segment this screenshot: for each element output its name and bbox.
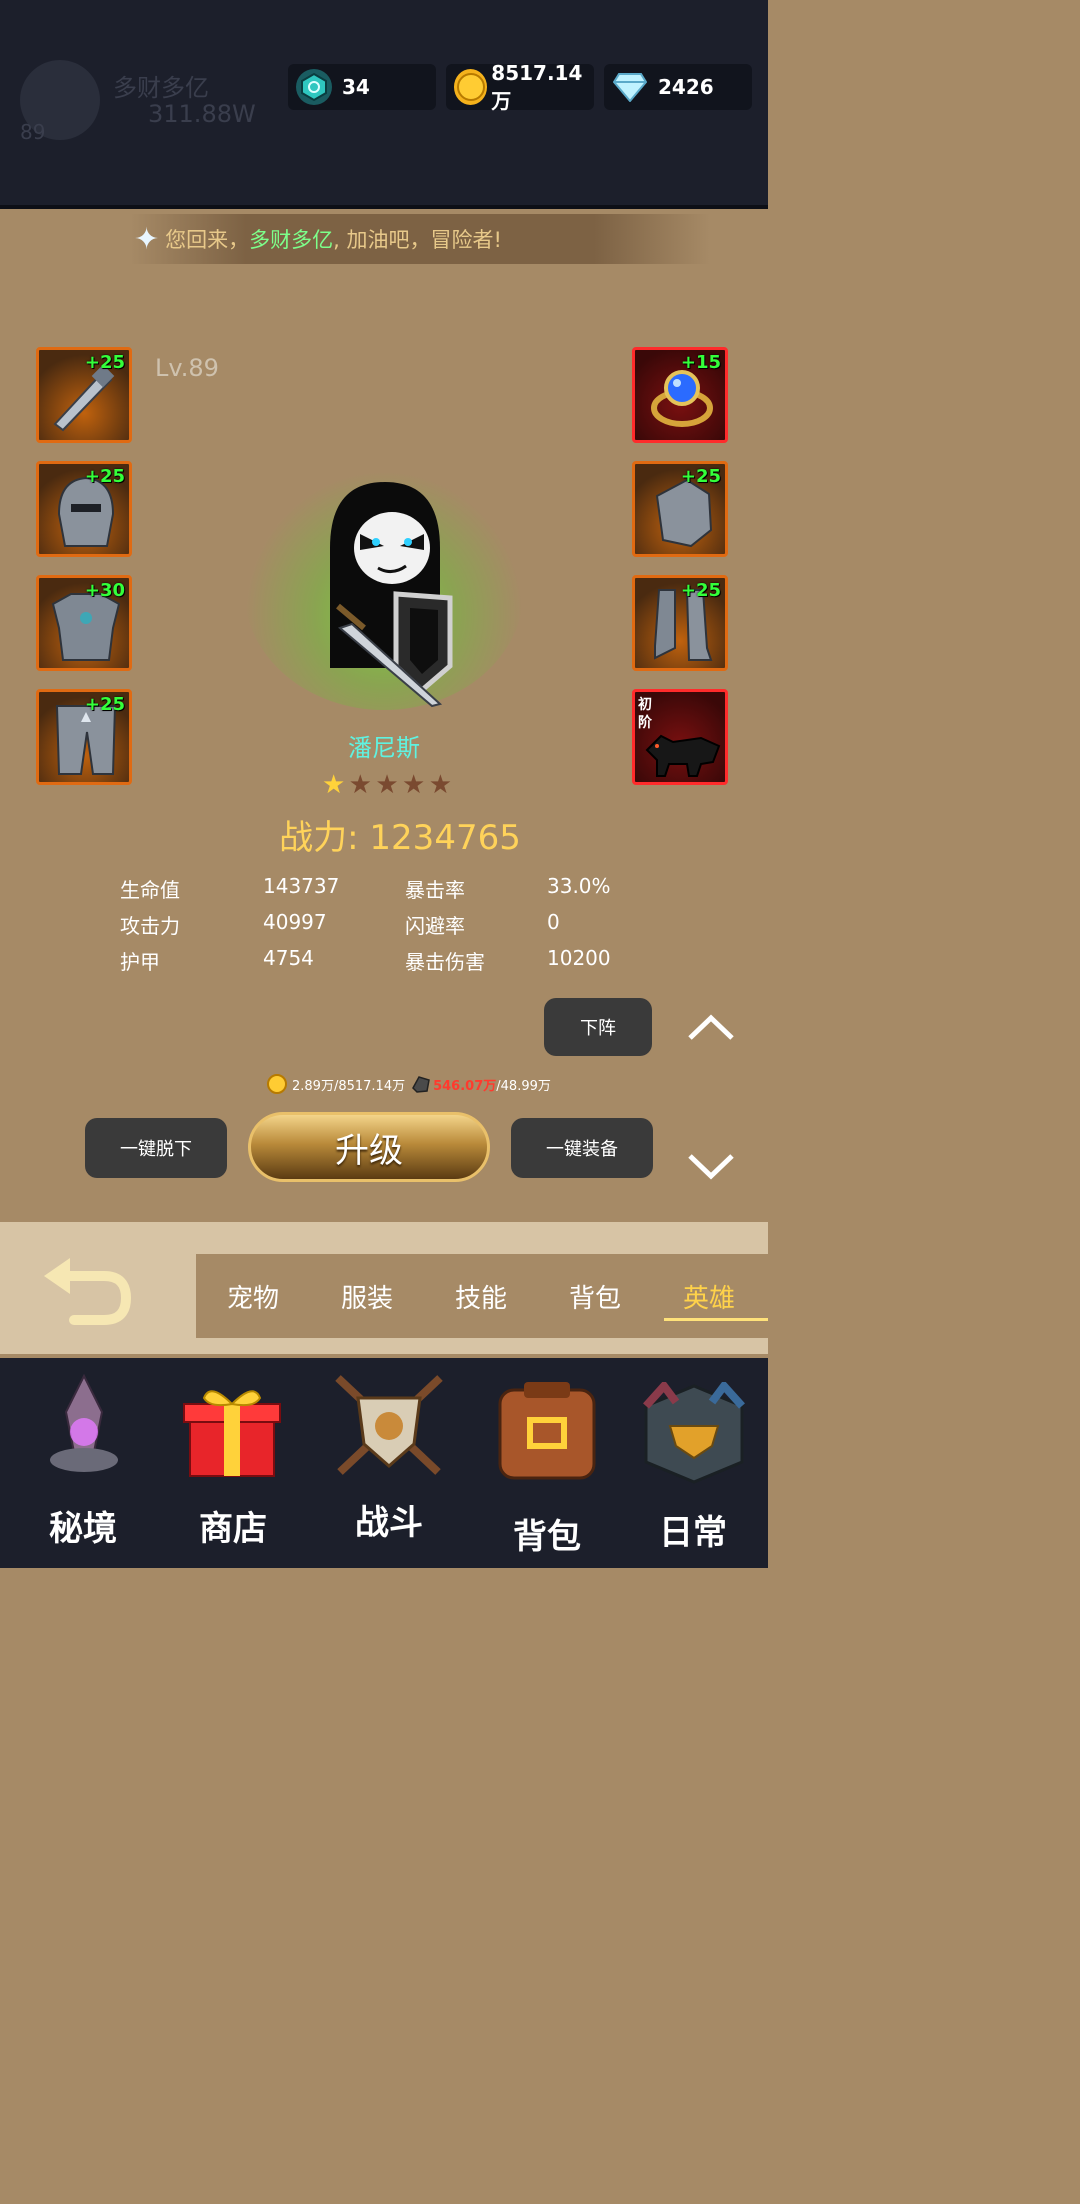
equip-slot-chest[interactable]: +30 — [36, 575, 132, 671]
player-name: 多财多亿 — [113, 74, 209, 102]
star-empty-icon: ★ — [375, 770, 399, 800]
equip-slot-helmet[interactable]: +25 — [36, 461, 132, 557]
enhance-level: +25 — [84, 466, 125, 487]
gold-coin-icon — [454, 69, 488, 105]
back-arrow-icon[interactable] — [40, 1256, 132, 1328]
nav-label: 战斗 — [355, 1503, 423, 1543]
hero-name: 潘尼斯 — [348, 734, 420, 762]
enhance-level: +25 — [680, 580, 721, 601]
backpack-icon — [498, 1382, 596, 1480]
battle-crest-icon — [335, 1375, 443, 1475]
tab-pet[interactable]: 宠物 — [196, 1278, 310, 1315]
top-bar: 多财多亿 311.88W 89 34 8517.14万 2426 — [0, 0, 768, 209]
stat-label-hp: 生命值 — [120, 878, 180, 902]
chevron-down-icon[interactable] — [686, 1152, 736, 1182]
enhance-level: +25 — [680, 466, 721, 487]
hero-portrait[interactable] — [300, 478, 470, 708]
material-need: /48.99万 — [496, 1078, 551, 1094]
welcome-prefix: 您回来， — [165, 228, 250, 252]
tab-hero[interactable]: 英雄 — [652, 1278, 766, 1315]
ring-icon — [651, 370, 713, 427]
gold-cost: 2.89万/8517.14万 — [292, 1078, 406, 1094]
star-empty-icon: ★ — [348, 770, 372, 800]
stat-value-armor: 4754 — [263, 946, 314, 970]
rune-gem-icon — [296, 69, 332, 105]
stat-value-dodge-rate: 0 — [547, 910, 560, 934]
mount-stage: 初阶 — [638, 697, 652, 731]
daily-helmet-icon — [643, 1382, 745, 1484]
nav-secret-realm[interactable]: 秘境 — [8, 1358, 158, 1568]
welcome-name: 多财多亿 — [249, 228, 334, 252]
enhance-level: +15 — [680, 352, 721, 373]
combat-power: 战力: 1234765 — [279, 818, 521, 858]
bottom-nav: 秘境 商店 战斗 背包 日常 — [0, 1358, 768, 1568]
diamond-counter[interactable]: 2426 — [604, 64, 752, 110]
upgrade-cost: 2.89万/8517.14万 546.07万 /48.99万 — [266, 1072, 551, 1096]
star-rating: ★ ★ ★ ★ ★ — [322, 770, 452, 800]
stat-label-attack: 攻击力 — [120, 914, 180, 938]
equip-slot-gauntlet[interactable]: +25 — [632, 461, 728, 557]
equip-slot-weapon[interactable]: +25 — [36, 347, 132, 443]
active-tab-indicator — [664, 1318, 768, 1321]
crystal-realm-icon — [50, 1373, 118, 1472]
sparkle-star-icon: ✦ — [134, 221, 160, 257]
player-power: 311.88W — [148, 100, 256, 128]
player-level: 89 — [20, 120, 46, 144]
nav-label: 背包 — [513, 1517, 581, 1557]
upgrade-button[interactable]: 升级 — [248, 1112, 490, 1182]
star-empty-icon: ★ — [428, 770, 452, 800]
gold-value: 8517.14万 — [491, 60, 583, 113]
nav-shop[interactable]: 商店 — [158, 1358, 308, 1568]
nav-label: 秘境 — [49, 1509, 117, 1549]
tab-bar: 宠物 服装 技能 背包 英雄 — [196, 1254, 768, 1338]
diamond-value: 2426 — [658, 75, 714, 99]
gold-counter[interactable]: 8517.14万 — [446, 61, 594, 113]
chevron-up-icon[interactable] — [686, 1012, 736, 1042]
rune-gem-counter[interactable]: 34 — [288, 64, 436, 110]
nav-daily[interactable]: 日常 — [618, 1358, 768, 1568]
stat-label-crit-rate: 暴击率 — [405, 878, 465, 902]
enhance-level: +25 — [84, 352, 125, 373]
nav-battle[interactable]: 战斗 — [314, 1358, 464, 1568]
hero-level: Lv.89 — [155, 354, 219, 382]
enhance-level: +30 — [84, 580, 125, 601]
stat-value-crit-damage: 10200 — [547, 946, 611, 970]
gift-box-icon — [183, 1390, 281, 1477]
tab-skill[interactable]: 技能 — [424, 1278, 538, 1315]
stat-value-hp: 143737 — [263, 874, 340, 898]
unassign-button[interactable]: 下阵 — [544, 998, 652, 1056]
stat-label-crit-damage: 暴击伤害 — [405, 950, 485, 974]
star-empty-icon: ★ — [402, 770, 426, 800]
enhance-level: +25 — [84, 694, 125, 715]
gold-coin-icon — [267, 1074, 287, 1094]
equip-slot-ring[interactable]: +15 — [632, 347, 728, 443]
diamond-icon — [612, 69, 648, 105]
rune-gem-value: 34 — [342, 75, 370, 99]
stat-value-attack: 40997 — [263, 910, 327, 934]
ore-material-icon — [412, 1076, 430, 1093]
welcome-suffix: , 加油吧，冒险者! — [333, 228, 502, 252]
equip-slot-boots[interactable]: +25 — [632, 575, 728, 671]
stat-label-armor: 护甲 — [120, 950, 160, 974]
equip-all-button[interactable]: 一键装备 — [511, 1118, 653, 1178]
nav-label: 日常 — [659, 1513, 727, 1553]
tab-bag[interactable]: 背包 — [538, 1278, 652, 1315]
unequip-all-button[interactable]: 一键脱下 — [85, 1118, 227, 1178]
welcome-banner: ✦ 您回来， 多财多亿 , 加油吧，冒险者! — [130, 214, 710, 264]
nav-label: 商店 — [199, 1509, 267, 1549]
stat-label-dodge-rate: 闪避率 — [405, 914, 465, 938]
tab-costume[interactable]: 服装 — [310, 1278, 424, 1315]
nav-backpack[interactable]: 背包 — [472, 1358, 622, 1568]
star-filled-icon: ★ — [322, 770, 346, 800]
material-have: 546.07万 — [433, 1078, 497, 1094]
stat-value-crit-rate: 33.0% — [547, 874, 611, 898]
